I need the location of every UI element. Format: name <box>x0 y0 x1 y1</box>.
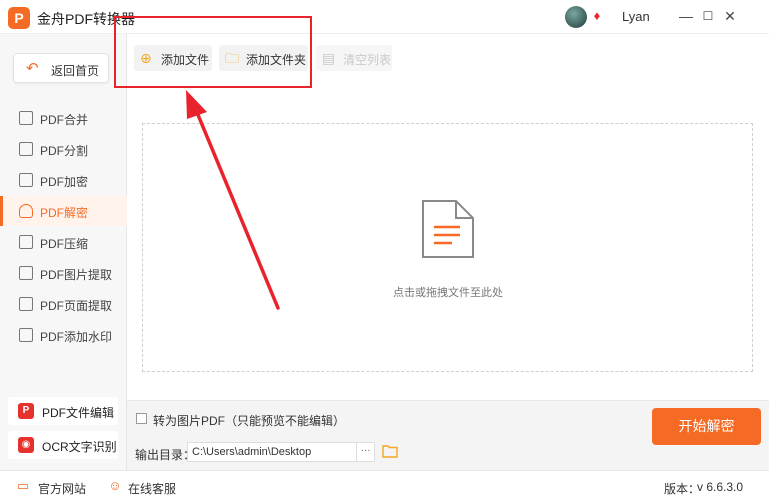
output-path-input[interactable]: C:\Users\admin\Desktop <box>187 442 357 462</box>
support-link[interactable]: 在线客服 <box>128 480 176 497</box>
headset-icon: ☺ <box>108 478 122 493</box>
back-home-button[interactable]: ↶ 返回首页 <box>13 53 109 83</box>
pdf-edit-icon: P <box>18 403 34 419</box>
sidebar-item-label: PDF分割 <box>40 144 89 158</box>
sidebar-item-pdf-image-extract[interactable]: PDF图片提取 <box>0 258 127 288</box>
version-label: 版本： <box>664 482 701 496</box>
sidebar-item-label: PDF图片提取 <box>40 268 113 282</box>
open-folder-icon[interactable] <box>382 444 398 458</box>
back-arrow-icon: ↶ <box>26 60 39 77</box>
image-extract-icon <box>19 266 33 280</box>
clear-list-button[interactable]: ▤ 清空列表 <box>316 45 392 71</box>
sidebar-item-label: PDF添加水印 <box>40 330 113 344</box>
pdf-edit-button[interactable]: P PDF文件编辑 <box>8 397 118 425</box>
sidebar-item-pdf-split[interactable]: PDF分割 <box>0 134 127 164</box>
annotation-highlight-box <box>114 16 312 88</box>
close-button[interactable]: ✕ <box>720 6 740 26</box>
version-value: v 6.6.3.0 <box>697 480 744 494</box>
ocr-eye-icon: ◉ <box>18 437 34 453</box>
restore-button[interactable]: ☐ <box>698 6 718 26</box>
drop-hint: 点击或拖拽文件至此处 <box>393 287 503 299</box>
back-home-label: 返回首页 <box>51 64 100 78</box>
document-icon <box>422 200 474 258</box>
compress-icon <box>19 235 33 249</box>
website-link[interactable]: 官方网站 <box>38 480 86 497</box>
monitor-icon: ▭ <box>16 478 30 493</box>
sidebar-item-pdf-compress[interactable]: PDF压缩 <box>0 227 127 257</box>
ocr-button[interactable]: ◉ OCR文字识别 <box>8 431 118 459</box>
merge-icon <box>19 111 33 125</box>
shield-unlock-icon <box>19 204 33 218</box>
sidebar: ↶ 返回首页 PDF合并 PDF分割 PDF加密 PDF解密 PDF压缩 PDF… <box>0 34 127 470</box>
sidebar-item-label: PDF加密 <box>40 175 89 189</box>
page-extract-icon <box>19 297 33 311</box>
broom-icon: ▤ <box>322 50 336 66</box>
convert-to-image-label: 转为图片PDF（只能预览不能编辑） <box>153 414 346 428</box>
split-icon <box>19 142 33 156</box>
output-dir-label: 输出目录： <box>135 448 196 462</box>
sidebar-item-pdf-watermark[interactable]: PDF添加水印 <box>0 320 127 350</box>
watermark-icon <box>19 328 33 342</box>
clear-list-label: 清空列表 <box>343 53 392 67</box>
status-bar: ▭ 官方网站 ☺ 在线客服 版本： v 6.6.3.0 <box>0 470 769 500</box>
sidebar-item-label: PDF压缩 <box>40 237 89 251</box>
lock-icon <box>19 173 33 187</box>
user-avatar[interactable] <box>565 6 587 28</box>
sidebar-item-pdf-encrypt[interactable]: PDF加密 <box>0 165 127 195</box>
sidebar-item-label: PDF页面提取 <box>40 299 113 313</box>
sidebar-item-label: PDF合并 <box>40 113 89 127</box>
app-logo: P <box>8 7 30 29</box>
browse-button[interactable]: ··· <box>357 442 375 462</box>
pdf-edit-label: PDF文件编辑 <box>42 406 115 420</box>
sidebar-item-label: PDF解密 <box>40 206 89 220</box>
convert-to-image-checkbox[interactable] <box>136 413 147 424</box>
start-decrypt-button[interactable]: 开始解密 <box>652 408 761 445</box>
vip-diamond-icon[interactable]: ♦ <box>590 9 604 23</box>
minimize-button[interactable]: — <box>676 6 696 26</box>
user-name[interactable]: Lyan <box>622 9 650 24</box>
sidebar-item-pdf-merge[interactable]: PDF合并 <box>0 103 127 133</box>
sidebar-item-pdf-page-extract[interactable]: PDF页面提取 <box>0 289 127 319</box>
sidebar-item-pdf-decrypt[interactable]: PDF解密 <box>0 196 127 226</box>
ocr-label: OCR文字识别 <box>42 440 117 454</box>
